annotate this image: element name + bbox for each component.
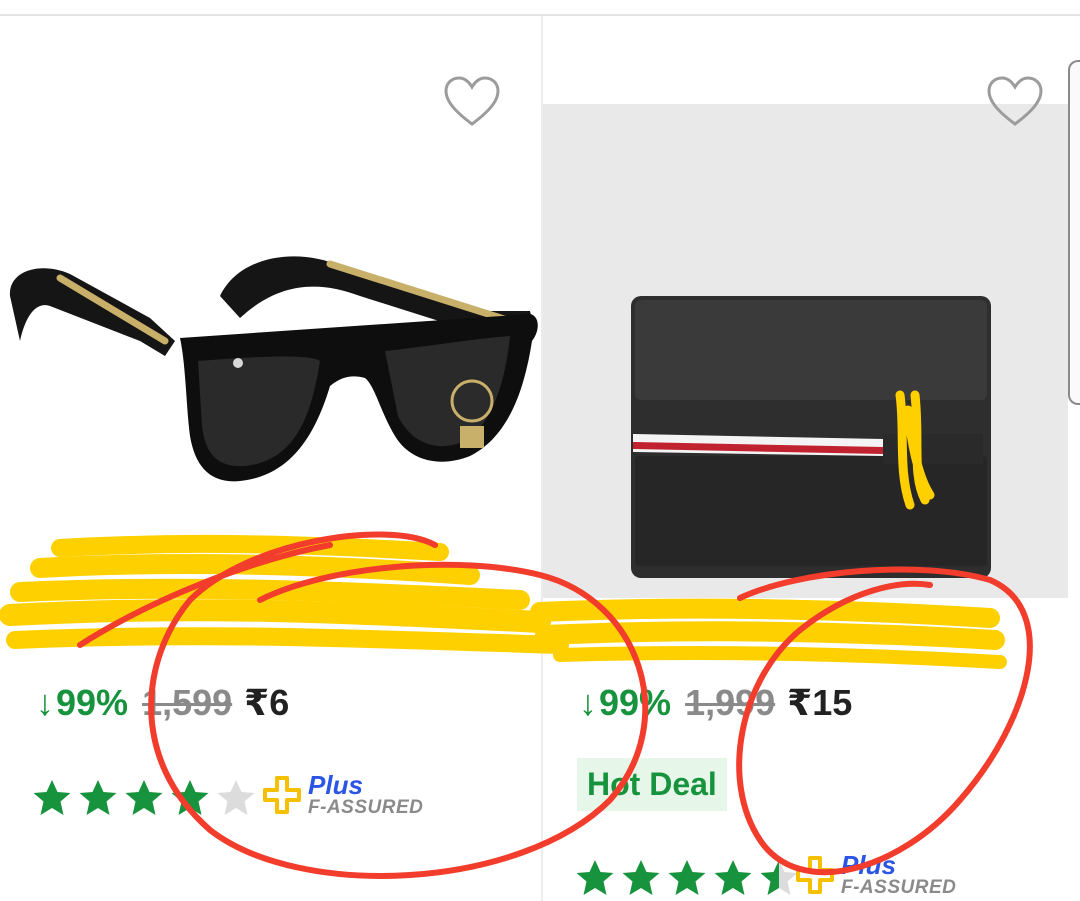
product-card-sunglasses[interactable]: ↓ 99% 1,599 ₹6 Plus F-ASSURED	[0, 16, 541, 901]
assured-label: F-ASSURED	[308, 797, 424, 818]
rating-stars	[575, 858, 799, 898]
scrollbar[interactable]	[1068, 60, 1080, 405]
product-grid-page: ↓ 99% 1,599 ₹6 Plus F-ASSURED ↓ 99% 1,99…	[0, 0, 1080, 901]
selling-price: ₹15	[787, 682, 853, 723]
wishlist-heart-icon[interactable]	[986, 76, 1044, 128]
plus-label: Plus	[308, 770, 363, 800]
wishlist-heart-icon[interactable]	[443, 76, 501, 128]
price-row: ↓ 99% 1,999 ₹15	[579, 682, 852, 724]
product-card-wallet[interactable]: ↓ 99% 1,999 ₹15 Hot Deal Plus F-ASSURED	[543, 16, 1068, 901]
assured-label: F-ASSURED	[841, 877, 957, 898]
star-icon	[576, 860, 614, 895]
plus-assured-icon	[796, 855, 834, 894]
star-icon	[125, 780, 163, 815]
wallet-image[interactable]	[543, 104, 1068, 598]
price-row: ↓ 99% 1,599 ₹6	[36, 682, 289, 724]
star-icon	[33, 780, 71, 815]
star-icon-empty	[217, 780, 255, 815]
plus-label: Plus	[841, 850, 896, 880]
plus-assured-icon	[263, 775, 301, 814]
discount-percent: 99%	[599, 682, 672, 723]
plus-assured-badge: Plus F-ASSURED	[262, 772, 423, 817]
original-price: 1,999	[685, 682, 776, 723]
selling-price: ₹6	[244, 682, 290, 723]
original-price: 1,599	[142, 682, 233, 723]
wallet-illustration	[631, 296, 991, 578]
star-icon	[714, 860, 752, 895]
discount-percent: 99%	[56, 682, 129, 723]
star-icon	[79, 780, 117, 815]
star-icon	[622, 860, 660, 895]
hot-deal-badge: Hot Deal	[577, 758, 727, 811]
arrow-down-icon: ↓	[579, 682, 597, 723]
star-icon-half	[760, 860, 798, 895]
star-icon	[668, 860, 706, 895]
arrow-down-icon: ↓	[36, 682, 54, 723]
rating-stars	[32, 778, 256, 818]
star-icon	[171, 780, 209, 815]
plus-assured-badge: Plus F-ASSURED	[795, 852, 956, 897]
